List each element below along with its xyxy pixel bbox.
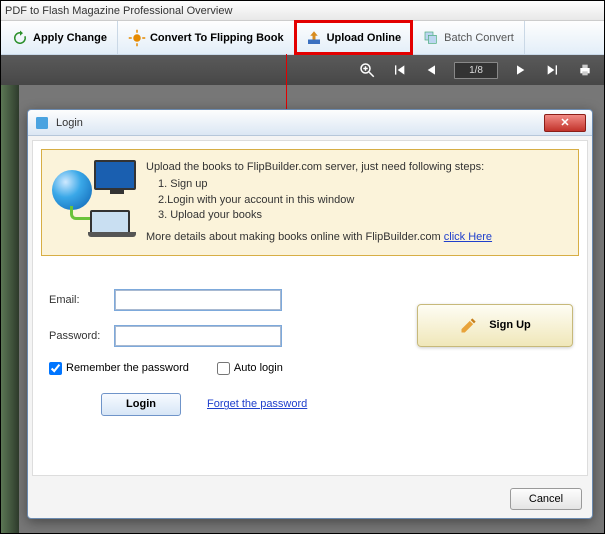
main-title: PDF to Flash Magazine Professional Overv…: [5, 5, 232, 17]
main-titlebar: PDF to Flash Magazine Professional Overv…: [1, 1, 604, 21]
password-label: Password:: [49, 330, 105, 342]
signup-button[interactable]: Sign Up: [417, 304, 573, 347]
email-label: Email:: [49, 294, 105, 306]
login-dialog: Login ✕ Upload the books to FlipBuilder.…: [27, 109, 593, 519]
globe-icon: [52, 170, 92, 210]
app-icon: [34, 115, 50, 131]
batch-icon: [422, 29, 440, 47]
email-field[interactable]: [115, 290, 281, 310]
autologin-label: Auto login: [234, 362, 283, 374]
close-button[interactable]: ✕: [544, 114, 586, 132]
network-graphic: [52, 160, 136, 234]
remember-checkbox[interactable]: Remember the password: [49, 362, 189, 375]
laptop-icon: [90, 210, 130, 234]
apply-change-label: Apply Change: [33, 32, 107, 44]
page-indicator[interactable]: 1/8: [454, 62, 498, 79]
step-2: 2.Login with your account in this window: [158, 193, 492, 208]
viewer-toolbar: 1/8: [1, 55, 604, 85]
annotation-arrow: [286, 54, 287, 116]
convert-label: Convert To Flipping Book: [150, 32, 284, 44]
convert-button[interactable]: Convert To Flipping Book: [118, 21, 295, 54]
password-field[interactable]: [115, 326, 281, 346]
batch-convert-button[interactable]: Batch Convert: [412, 21, 525, 54]
info-more-line: More details about making books online w…: [146, 230, 492, 245]
last-page-icon[interactable]: [544, 61, 562, 79]
upload-label: Upload Online: [327, 32, 402, 44]
autologin-checkbox[interactable]: Auto login: [217, 362, 283, 375]
step-1: 1. Sign up: [158, 177, 492, 192]
pencil-icon: [459, 315, 479, 335]
login-button[interactable]: Login: [101, 393, 181, 416]
toolbar: Apply Change Convert To Flipping Book Up…: [1, 21, 604, 55]
first-page-icon[interactable]: [390, 61, 408, 79]
refresh-icon: [11, 29, 29, 47]
login-form: Email: Password: Remember the password A…: [41, 256, 579, 467]
dialog-footer: Cancel: [28, 480, 592, 518]
dialog-title: Login: [56, 117, 544, 129]
info-more: More details about making books online w…: [146, 231, 444, 243]
dialog-titlebar: Login ✕: [28, 110, 592, 136]
close-icon: ✕: [560, 116, 569, 129]
preview-strip: [1, 85, 19, 533]
signup-label: Sign Up: [489, 319, 531, 331]
info-panel: Upload the books to FlipBuilder.com serv…: [41, 149, 579, 256]
dialog-body: Upload the books to FlipBuilder.com serv…: [32, 140, 588, 476]
cancel-button[interactable]: Cancel: [510, 488, 582, 510]
remember-label: Remember the password: [66, 362, 189, 374]
print-icon[interactable]: [576, 61, 594, 79]
zoom-icon[interactable]: [358, 61, 376, 79]
apply-change-button[interactable]: Apply Change: [1, 21, 118, 54]
info-intro: Upload the books to FlipBuilder.com serv…: [146, 160, 492, 175]
click-here-link[interactable]: click Here: [444, 231, 492, 243]
batch-label: Batch Convert: [444, 32, 514, 44]
step-3: 3. Upload your books: [158, 208, 492, 223]
forget-password-link[interactable]: Forget the password: [207, 398, 307, 410]
autologin-checkbox-input[interactable]: [217, 362, 230, 375]
upload-online-button[interactable]: Upload Online: [295, 21, 413, 54]
info-text: Upload the books to FlipBuilder.com serv…: [146, 160, 492, 245]
upload-icon: [305, 29, 323, 47]
monitor-icon: [94, 160, 136, 190]
remember-checkbox-input[interactable]: [49, 362, 62, 375]
gear-icon: [128, 29, 146, 47]
prev-page-icon[interactable]: [422, 61, 440, 79]
next-page-icon[interactable]: [512, 61, 530, 79]
